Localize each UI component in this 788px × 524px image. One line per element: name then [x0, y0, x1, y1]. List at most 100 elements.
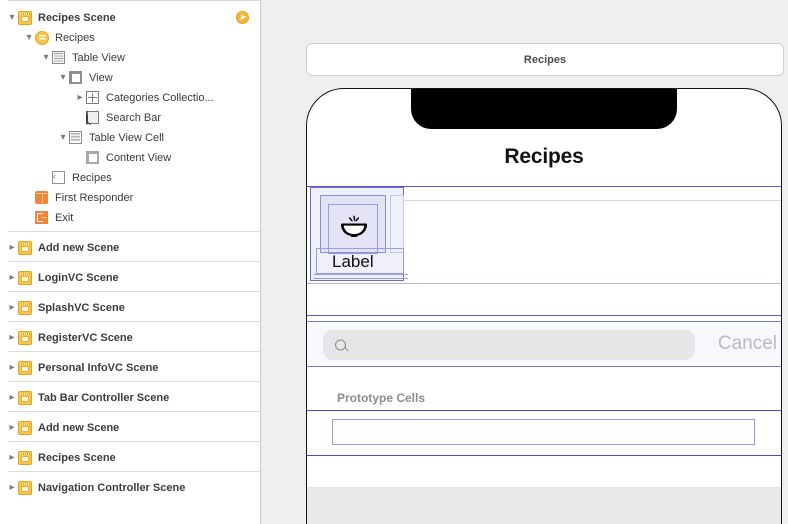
food-bowl-icon [337, 210, 371, 244]
outline-item-label: Categories Collectio... [106, 91, 214, 104]
outline-item-label: Content View [106, 151, 172, 164]
collection-view-icon-glyph [86, 91, 99, 104]
view-controller-scene-icon-glyph [18, 11, 32, 25]
categories-collection-view[interactable]: Label [307, 186, 781, 316]
document-outline-panel[interactable]: Recipes Scene Recipes Table View View Catego… [0, 0, 261, 524]
cell-content-view[interactable] [332, 419, 755, 445]
chevron-down-icon[interactable] [23, 33, 35, 43]
view-controller-scene-icon-glyph [18, 421, 32, 435]
outline-item-add-new-scene[interactable]: Add new Scene [0, 238, 260, 258]
outline-item-registervc-scene[interactable]: RegisterVC Scene [0, 328, 260, 348]
outline-separator [8, 291, 260, 292]
outline-item-recipes[interactable]: ‹ Recipes [0, 168, 260, 188]
outline-item-first-responder[interactable]: First Responder [0, 188, 260, 208]
outline-item-label: SplashVC Scene [38, 301, 125, 314]
view-controller-scene-icon [18, 271, 34, 285]
chevron-right-icon[interactable] [6, 483, 18, 493]
outline-separator [8, 471, 260, 472]
outline-item-view[interactable]: View [0, 68, 260, 88]
first-responder-icon [35, 191, 51, 205]
table-view-cell[interactable] [307, 410, 781, 456]
outline-separator [8, 411, 260, 412]
chevron-right-icon[interactable] [6, 423, 18, 433]
outline-item-table-view-cell[interactable]: Table View Cell [0, 128, 260, 148]
view-icon-glyph [69, 71, 82, 84]
magnifier-icon [335, 339, 346, 351]
chevron-right-icon[interactable] [6, 333, 18, 343]
collection-row-guide [404, 200, 781, 201]
chevron-right-icon[interactable] [6, 303, 18, 313]
chevron-down-icon[interactable] [57, 133, 69, 143]
outline-item-label: LoginVC Scene [38, 271, 119, 284]
xcode-interface-builder: Recipes Scene Recipes Table View View Catego… [0, 0, 788, 524]
outline-item-label: Table View Cell [89, 131, 165, 144]
view-controller-scene-icon [18, 11, 34, 25]
device-preview[interactable]: Recipes Label Cancel Prototype Cells [306, 88, 782, 524]
prototype-cells-header: Prototype Cells [307, 368, 781, 410]
scene-title-bar[interactable]: Recipes [306, 43, 784, 76]
outline-item-label: Navigation Controller Scene [38, 481, 186, 494]
outline-separator [8, 381, 260, 382]
view-controller-scene-icon [18, 421, 34, 435]
chevron-down-icon[interactable] [40, 53, 52, 63]
chevron-right-icon[interactable] [6, 453, 18, 463]
table-view-controller-icon-glyph [35, 31, 49, 45]
search-cancel-button[interactable]: Cancel [718, 333, 777, 355]
search-bar[interactable]: Cancel [307, 321, 781, 367]
view-controller-scene-icon-glyph [18, 451, 32, 465]
outline-item-label: First Responder [55, 191, 134, 204]
outline-item-loginvc-scene[interactable]: LoginVC Scene [0, 268, 260, 288]
view-controller-scene-icon [18, 301, 34, 315]
chevron-right-icon[interactable] [6, 393, 18, 403]
outline-item-content-view[interactable]: Content View [0, 148, 260, 168]
view-controller-scene-icon [18, 481, 34, 495]
outline-item-recipes-scene[interactable]: Recipes Scene [0, 8, 260, 28]
outline-top-divider [8, 0, 260, 1]
outline-item-tab-bar-controller-scene[interactable]: Tab Bar Controller Scene [0, 388, 260, 408]
outline-item-exit[interactable]: Exit [0, 208, 260, 228]
view-controller-scene-icon [18, 451, 34, 465]
outline-item-label: Exit [55, 211, 74, 224]
outline-item-label: View [89, 71, 113, 84]
collection-bottom-guide [307, 283, 781, 284]
outline-item-label: Add new Scene [38, 421, 120, 434]
view-controller-scene-icon-glyph [18, 361, 32, 375]
cell-trailing-guide [390, 195, 404, 253]
outline-item-table-view[interactable]: Table View [0, 48, 260, 68]
storyboard-canvas[interactable]: Recipes Recipes Label Cancel Prototype C… [261, 0, 788, 524]
outline-item-search-bar[interactable]: Search Bar [0, 108, 260, 128]
view-controller-scene-icon [18, 361, 34, 375]
entry-point-arrow-icon[interactable]: ➤ [236, 11, 249, 24]
chevron-down-icon[interactable] [57, 73, 69, 83]
exit-icon [35, 210, 51, 225]
cell-baseline-guide-1 [314, 274, 408, 275]
outline-item-splashvc-scene[interactable]: SplashVC Scene [0, 298, 260, 318]
chevron-right-icon[interactable] [6, 363, 18, 373]
outline-item-recipes[interactable]: Recipes [0, 28, 260, 48]
outline-separator [8, 261, 260, 262]
first-responder-icon-glyph [35, 191, 48, 204]
chevron-right-icon[interactable] [74, 93, 86, 103]
view-controller-scene-icon [18, 241, 34, 255]
content-view-icon-glyph [86, 151, 99, 164]
table-view-icon-glyph [52, 51, 65, 64]
outline-item-categories-collectio[interactable]: Categories Collectio... [0, 88, 260, 108]
search-input[interactable] [323, 330, 695, 360]
table-view-controller-icon [35, 31, 51, 45]
view-controller-scene-icon-glyph [18, 241, 32, 255]
outline-item-navigation-controller-scene[interactable]: Navigation Controller Scene [0, 478, 260, 498]
chevron-right-icon[interactable] [6, 273, 18, 283]
chevron-down-icon[interactable] [6, 13, 18, 23]
outline-item-personal-infovc-scene[interactable]: Personal InfoVC Scene [0, 358, 260, 378]
outline-item-label: Recipes [72, 171, 112, 184]
table-view-cell-icon-glyph [69, 131, 82, 144]
exit-icon-glyph [35, 210, 48, 224]
outline-item-recipes-scene[interactable]: Recipes Scene [0, 448, 260, 468]
table-view-icon [52, 51, 68, 65]
cell-label[interactable]: Label [316, 250, 404, 274]
search-bar-icon [86, 111, 102, 125]
device-notch [411, 89, 677, 129]
chevron-right-icon[interactable] [6, 243, 18, 253]
collection-view-cell[interactable]: Label [310, 187, 408, 281]
outline-item-add-new-scene[interactable]: Add new Scene [0, 418, 260, 438]
